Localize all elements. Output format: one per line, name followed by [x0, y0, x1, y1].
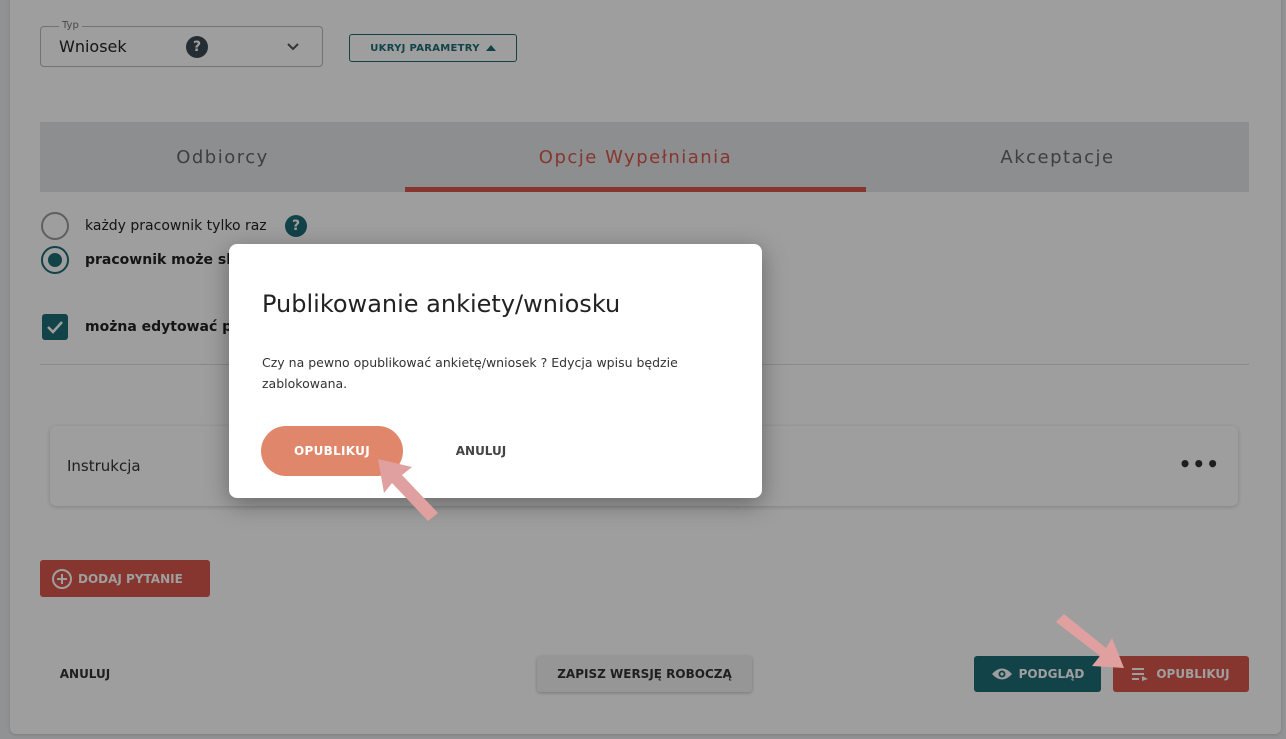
dialog-cancel-button[interactable]: ANULUJ: [439, 434, 523, 468]
annotation-arrow-icon: [1056, 614, 1124, 668]
annotation-arrow-icon: [378, 459, 438, 521]
dialog-title: Publikowanie ankiety/wniosku: [262, 290, 621, 318]
dialog-message: Czy na pewno opublikować ankietę/wniosek…: [262, 355, 678, 391]
publish-dialog: Publikowanie ankiety/wniosku Czy na pewn…: [229, 244, 762, 498]
